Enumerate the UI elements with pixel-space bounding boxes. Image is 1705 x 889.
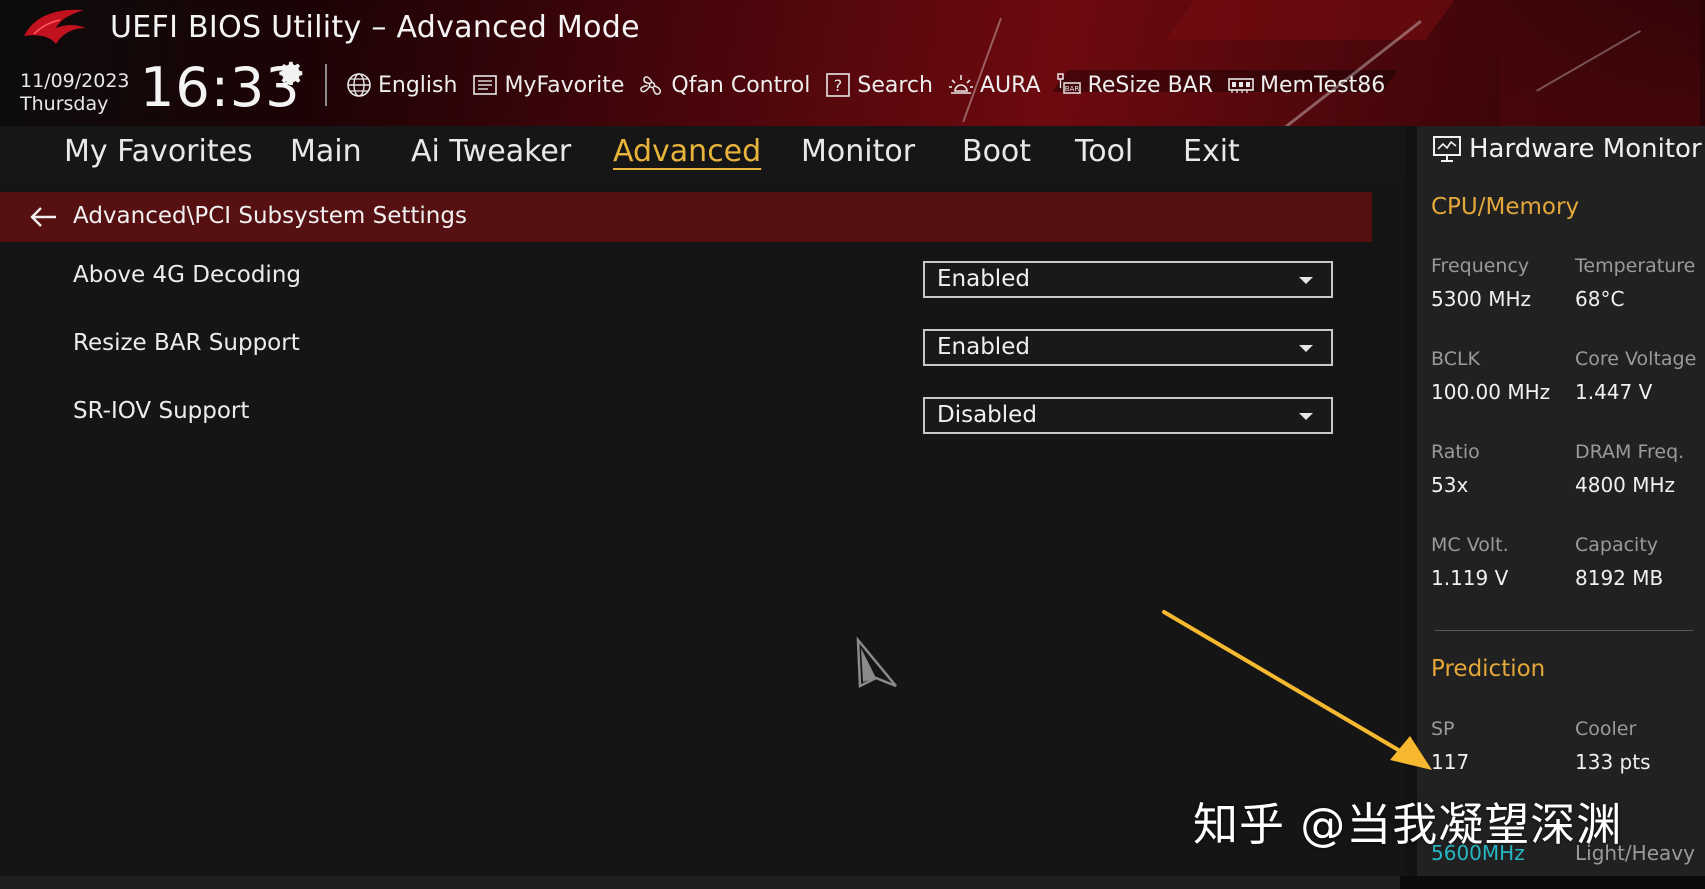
tab-ai-tweaker[interactable]: Ai Tweaker [411, 134, 571, 169]
resize-bar-icon: BAR [1056, 73, 1081, 94]
memtest86-button[interactable]: MemTest86 [1227, 71, 1385, 99]
svg-text:BAR: BAR [1064, 85, 1079, 93]
search-button[interactable]: ? Search [824, 71, 933, 99]
above-4g-decoding-value: Enabled [937, 266, 1030, 292]
dram-freq-label: DRAM Freq. [1575, 441, 1685, 463]
prediction-heading: Prediction [1431, 656, 1546, 682]
toolbar-label-aura: AURA [979, 72, 1041, 98]
favorite-list-icon [473, 75, 498, 95]
tab-advanced[interactable]: Advanced [613, 134, 761, 169]
hardware-monitor-title: Hardware Monitor [1431, 134, 1702, 164]
setting-label-resize-bar-support: Resize BAR Support [73, 330, 300, 356]
qfan-control-button[interactable]: Qfan Control [638, 71, 810, 99]
day-text: Thursday [20, 93, 109, 115]
chevron-down-icon [1299, 413, 1313, 420]
capacity-value: 8192 MB [1575, 566, 1664, 590]
toolbar: English MyFavorite Qfan Control ? Search… [345, 70, 1385, 100]
dram-freq-value: 4800 MHz [1575, 473, 1676, 497]
core-voltage-value: 1.447 V [1575, 380, 1653, 404]
highlight-arrow-icon [1162, 610, 1432, 770]
header-bar: UEFI BIOS Utility – Advanced Mode 11/09/… [0, 0, 1705, 126]
toolbar-label-search: Search [857, 72, 933, 98]
svg-text:?: ? [834, 76, 843, 95]
tab-tool[interactable]: Tool [1075, 134, 1133, 169]
aura-button[interactable]: AURA [947, 71, 1041, 99]
temperature-label: Temperature [1575, 255, 1696, 277]
breadcrumb: Advanced\PCI Subsystem Settings [0, 192, 1372, 242]
app-title: UEFI BIOS Utility – Advanced Mode [110, 10, 640, 45]
date-text: 11/09/2023 [20, 70, 130, 92]
mc-volt-value: 1.119 V [1431, 566, 1509, 590]
rog-logo-icon [24, 9, 86, 44]
language-button[interactable]: English [345, 71, 457, 99]
sr-iov-support-select[interactable]: Disabled [923, 397, 1333, 434]
watermark-text: 知乎 @当我凝望深渊 [1193, 798, 1623, 851]
chevron-down-icon [1299, 277, 1313, 284]
monitor-icon [1433, 136, 1461, 162]
date-display: 11/09/2023 Thursday [20, 70, 130, 116]
resize-bar-support-select[interactable]: Enabled [923, 329, 1333, 366]
globe-icon [347, 73, 371, 97]
tab-main[interactable]: Main [290, 134, 362, 169]
tab-exit[interactable]: Exit [1183, 134, 1240, 169]
cooler-value: 133 pts [1575, 750, 1651, 774]
bclk-label: BCLK [1431, 348, 1481, 370]
myfavorite-button[interactable]: MyFavorite [471, 71, 624, 99]
breadcrumb-path: Advanced\PCI Subsystem Settings [73, 203, 467, 229]
back-arrow-icon[interactable] [26, 202, 60, 232]
header-separator [325, 64, 327, 106]
sr-iov-support-value: Disabled [937, 402, 1037, 428]
temperature-value: 68°C [1575, 287, 1625, 311]
mouse-cursor-icon [856, 636, 897, 688]
hardware-monitor-label: Hardware Monitor [1469, 134, 1702, 164]
toolbar-label-myfavorite: MyFavorite [504, 72, 625, 98]
help-search-icon: ? [826, 73, 851, 97]
fan-icon [640, 76, 662, 95]
toolbar-label-qfan: Qfan Control [671, 72, 811, 98]
gear-icon[interactable] [276, 58, 306, 88]
resize-bar-button[interactable]: BAR ReSize BAR [1055, 71, 1213, 99]
memory-icon [1228, 78, 1254, 93]
ratio-value: 53x [1431, 473, 1469, 497]
above-4g-decoding-select[interactable]: Enabled [923, 261, 1333, 298]
setting-label-above-4g-decoding: Above 4G Decoding [73, 262, 301, 288]
cooler-label: Cooler [1575, 718, 1637, 740]
frequency-label: Frequency [1431, 255, 1530, 277]
toolbar-label-memtest86: MemTest86 [1260, 72, 1386, 98]
tab-my-favorites[interactable]: My Favorites [64, 134, 253, 169]
tab-monitor[interactable]: Monitor [801, 134, 915, 169]
mc-volt-label: MC Volt. [1431, 534, 1509, 556]
hardware-monitor-panel: Hardware Monitor CPU/Memory Frequency 53… [1405, 126, 1705, 876]
resize-bar-support-value: Enabled [937, 334, 1030, 360]
frequency-value: 5300 MHz [1431, 287, 1532, 311]
bottom-status-strip [0, 876, 1705, 889]
ratio-label: Ratio [1431, 441, 1480, 463]
toolbar-label-resize-bar: ReSize BAR [1087, 72, 1214, 98]
section-divider [1435, 630, 1693, 631]
core-voltage-label: Core Voltage [1575, 348, 1697, 370]
main-tab-bar: My Favorites Main Ai Tweaker Advanced Mo… [0, 126, 1405, 178]
aura-light-icon [948, 75, 973, 94]
bclk-value: 100.00 MHz [1431, 380, 1551, 404]
capacity-label: Capacity [1575, 534, 1659, 556]
tab-boot[interactable]: Boot [962, 134, 1031, 169]
toolbar-label-english: English [378, 72, 458, 98]
chevron-down-icon [1299, 345, 1313, 352]
setting-label-sr-iov-support: SR-IOV Support [73, 398, 250, 424]
cpu-memory-heading: CPU/Memory [1431, 194, 1580, 220]
